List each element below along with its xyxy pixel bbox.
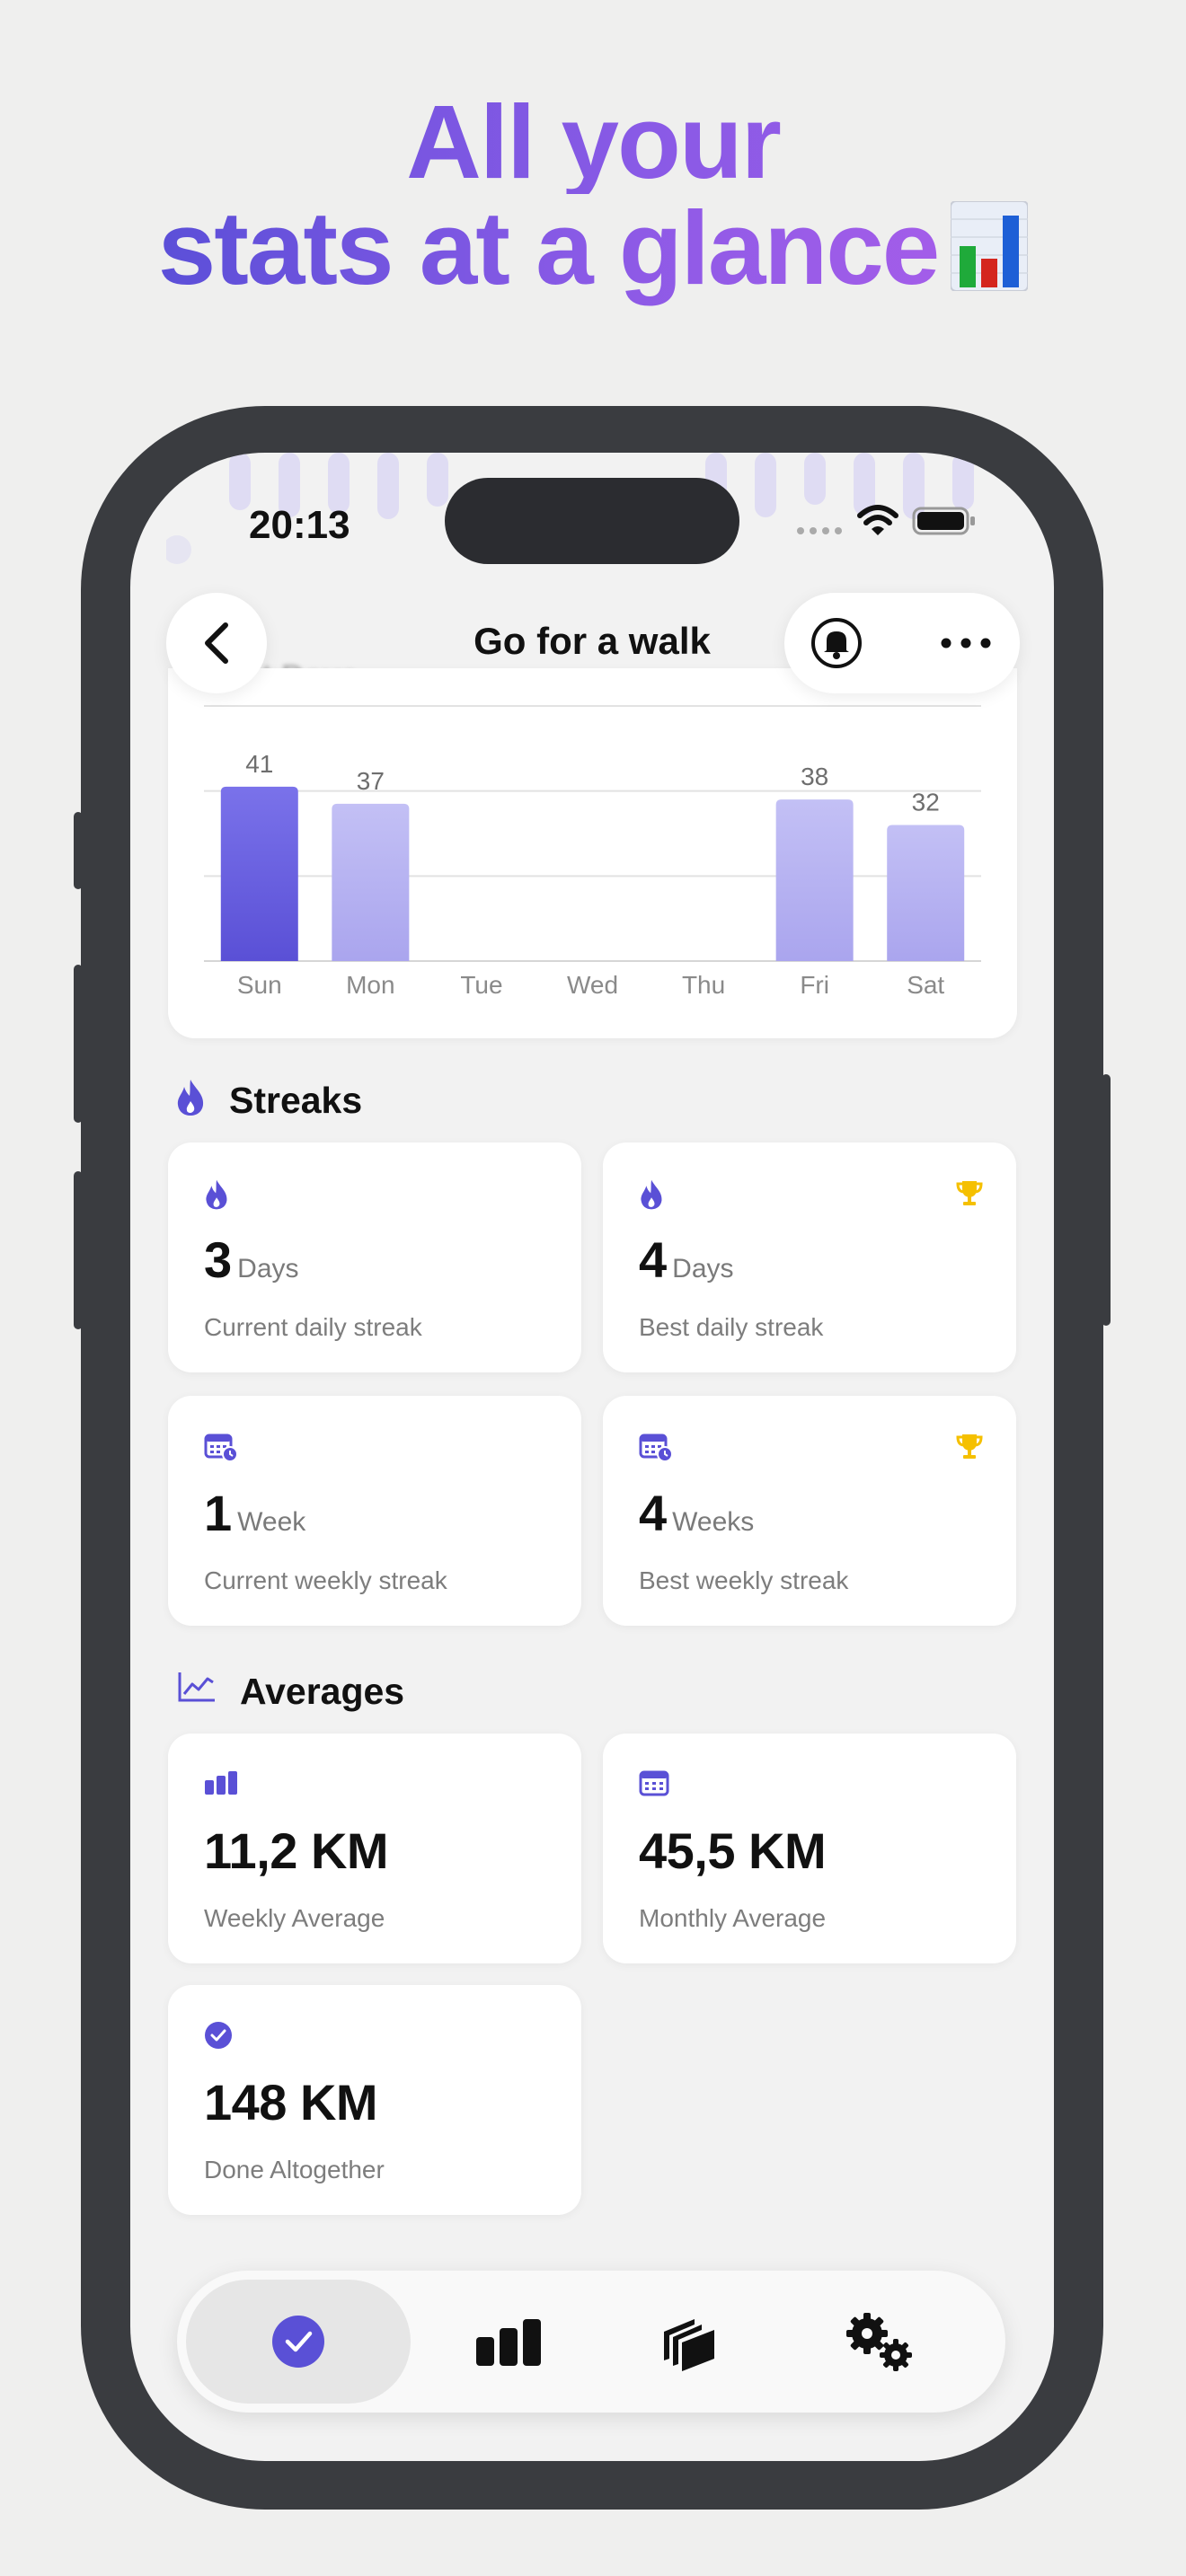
chart-tick-label: Tue [460, 971, 502, 999]
chart-data-label: 37 [357, 767, 385, 795]
tab-bar [177, 2271, 1005, 2413]
tab-habits[interactable] [186, 2280, 411, 2404]
bar-chart-emoji-icon [950, 200, 1030, 307]
streak-label: Current weekly streak [204, 1566, 447, 1594]
streak-label: Best daily streak [639, 1313, 824, 1341]
chart-bar [887, 825, 965, 961]
status-time: 20:13 [249, 503, 350, 547]
average-value: 45,5 KM [639, 1822, 827, 1879]
average-card[interactable]: 11,2 KM Weekly Average [168, 1734, 581, 1963]
streak-unit: Weeks [672, 1507, 755, 1537]
headline: All your stats at a glance [0, 90, 1186, 307]
calendar-icon [639, 1770, 669, 1796]
chart-tick-label: Thu [682, 971, 725, 999]
streak-unit: Week [237, 1507, 306, 1537]
streak-card[interactable]: 4 Days Best daily streak [603, 1142, 1016, 1372]
average-label: Weekly Average [204, 1904, 385, 1932]
trophy-icon [956, 1181, 983, 1205]
streak-value: 4 [639, 1485, 668, 1541]
ellipsis-icon [941, 638, 991, 648]
average-card[interactable]: 45,5 KM Monthly Average [603, 1734, 1016, 1963]
average-value: 11,2 KM [204, 1822, 389, 1879]
checkmark-circle-icon [205, 2022, 232, 2049]
section-title-averages: Averages [240, 1671, 405, 1712]
streak-card[interactable]: 1 Week Current weekly streak [168, 1396, 581, 1626]
checkmark-circle-icon [272, 2316, 324, 2368]
streak-value: 1 [204, 1485, 233, 1541]
wifi-icon [857, 505, 898, 535]
status-bar: 20:13 [130, 453, 1054, 587]
streak-card[interactable]: 3 Days Current daily streak [168, 1142, 581, 1372]
chart-bar [775, 799, 854, 961]
chart-data-label: 38 [801, 763, 828, 790]
tab-stats[interactable] [465, 2298, 554, 2387]
phone-screen: 20:13 Best Days 41Sun37MonTueWedThu38Fri… [130, 453, 1054, 2461]
flame-icon [177, 1080, 204, 1116]
headline-line-2: stats at a glance [157, 190, 941, 306]
tab-settings[interactable] [833, 2298, 923, 2387]
average-card[interactable]: 148 KM Done Altogether [168, 1985, 581, 2215]
tab-archive[interactable] [644, 2298, 734, 2387]
average-label: Done Altogether [204, 2156, 385, 2183]
chart-bar [332, 803, 410, 961]
streak-label: Current daily streak [204, 1313, 422, 1341]
streak-value: 3 [204, 1231, 233, 1288]
average-label: Monthly Average [639, 1904, 827, 1932]
dynamic-island [445, 478, 739, 564]
chart-tick-label: Wed [567, 971, 618, 999]
best-days-chart: 41 Sun 37 Mon Tue Wed Thu 38 Fri 32 Sat [204, 705, 981, 999]
average-value: 148 KM [204, 2074, 378, 2130]
bar-chart-icon [476, 2319, 541, 2366]
flame-icon [641, 1179, 662, 1210]
streak-label: Best weekly streak [639, 1566, 849, 1594]
chart-tick-label: Mon [346, 971, 394, 999]
streak-unit: Days [237, 1254, 299, 1284]
more-button[interactable] [939, 629, 993, 657]
section-title-streaks: Streaks [229, 1080, 363, 1121]
flame-icon [206, 1179, 227, 1210]
gears-icon [846, 2313, 912, 2371]
best-days-chart-card: 41 Sun 37 Mon Tue Wed Thu 38 Fri 32 Sat [168, 668, 1017, 1038]
chart-tick-label: Sun [237, 971, 282, 999]
chart-tick-label: Fri [800, 971, 829, 999]
bell-icon [811, 618, 862, 668]
streak-value: 4 [639, 1231, 668, 1288]
chart-line-icon [178, 1672, 215, 1702]
stack-icon [664, 2319, 714, 2371]
chart-data-label: 41 [245, 750, 273, 778]
battery-icon [912, 507, 975, 535]
reminder-button[interactable] [810, 616, 863, 670]
streak-card[interactable]: 4 Weeks Best weekly streak [603, 1396, 1016, 1626]
trophy-icon [956, 1434, 983, 1459]
headline-line-1: All your [0, 90, 1186, 194]
nav-actions [784, 593, 1020, 693]
streak-unit: Days [672, 1254, 734, 1284]
calendar-clock-icon [204, 1434, 238, 1462]
bar-chart-icon [205, 1771, 237, 1795]
cellular-signal-icon [797, 527, 842, 534]
chart-bar [220, 786, 298, 961]
chart-tick-label: Sat [907, 971, 944, 999]
chart-data-label: 32 [912, 789, 940, 816]
calendar-clock-icon [639, 1434, 673, 1462]
